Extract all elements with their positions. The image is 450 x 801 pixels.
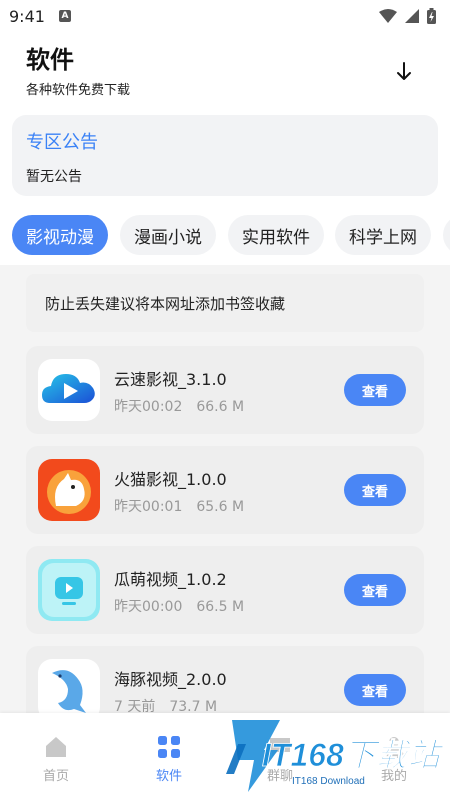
notice-title: 专区公告 [26, 132, 98, 153]
download-button[interactable] [394, 60, 414, 84]
app-time: 昨天00:01 [114, 499, 183, 515]
category-tabs: 影视动漫 漫画小说 实用软件 科学上网 [0, 215, 450, 255]
app-size: 66.6 M [196, 399, 245, 415]
app-size: 65.6 M [196, 499, 245, 515]
notice-card: 专区公告 暂无公告 [12, 115, 438, 196]
page-subtitle: 各种软件免费下载 [26, 83, 131, 98]
nav-label: 首页 [42, 769, 69, 784]
fire-cat-icon [38, 459, 100, 521]
app-time: 昨天00:00 [114, 599, 183, 615]
notice-text: 暂无公告 [26, 169, 82, 185]
app-meta: 昨天00:00 66.5 M [114, 596, 244, 616]
view-button[interactable]: 查看 [344, 374, 406, 406]
it168-watermark: IT168下载站 IT168 Download [226, 720, 444, 792]
status-bar: 9:41 A [0, 0, 450, 32]
app-time: 昨天00:02 [114, 399, 183, 415]
nav-item-home[interactable]: 首页 [16, 713, 96, 801]
app-card[interactable]: 云速影视_3.1.0 昨天00:02 66.6 M 查看 [26, 346, 424, 434]
app-name: 瓜萌视频_1.0.2 [114, 570, 227, 589]
home-icon [46, 737, 66, 757]
notification-icon: A [58, 10, 71, 22]
app-name: 火猫影视_1.0.0 [114, 470, 227, 489]
page-title: 软件 [26, 46, 74, 74]
app-card[interactable]: 海豚视频_2.0.0 7 天前 73.7 M 查看 [26, 646, 424, 721]
app-meta: 昨天00:01 65.6 M [114, 496, 244, 516]
tab-comics-novels[interactable]: 漫画小说 [120, 215, 216, 255]
app-name: 云速影视_3.1.0 [114, 370, 227, 389]
nav-label: 软件 [155, 769, 182, 784]
bookmark-tip: 防止丢失建议将本网址添加书签收藏 [26, 274, 424, 332]
app-card[interactable]: 瓜萌视频_1.0.2 昨天00:00 66.5 M 查看 [26, 546, 424, 634]
app-name: 海豚视频_2.0.0 [114, 670, 227, 689]
tab-utilities[interactable]: 实用软件 [228, 215, 324, 255]
watermark-main: IT168下载站 [262, 737, 444, 773]
wifi-icon [379, 9, 397, 23]
tab-film-anime[interactable]: 影视动漫 [12, 215, 108, 255]
signal-icon [405, 9, 419, 23]
cloud-play-icon [38, 359, 100, 421]
page-header: 软件 各种软件免费下载 [26, 40, 426, 98]
dolphin-icon [38, 659, 100, 721]
tv-play-icon [38, 559, 100, 621]
tab-overflow[interactable] [443, 215, 450, 255]
battery-icon [427, 8, 436, 24]
app-size: 66.5 M [196, 599, 245, 615]
grid-icon [158, 736, 180, 758]
view-button[interactable]: 查看 [344, 574, 406, 606]
status-icons [379, 8, 436, 24]
view-button[interactable]: 查看 [344, 474, 406, 506]
view-button[interactable]: 查看 [344, 674, 406, 706]
nav-item-software[interactable]: 软件 [129, 713, 209, 801]
tab-vpn[interactable]: 科学上网 [335, 215, 431, 255]
status-time: 9:41 [9, 6, 45, 26]
app-card[interactable]: 火猫影视_1.0.0 昨天00:01 65.6 M 查看 [26, 446, 424, 534]
app-meta: 昨天00:02 66.6 M [114, 396, 244, 416]
download-arrow-icon [397, 62, 411, 80]
watermark-sub: IT168 Download [292, 776, 365, 787]
